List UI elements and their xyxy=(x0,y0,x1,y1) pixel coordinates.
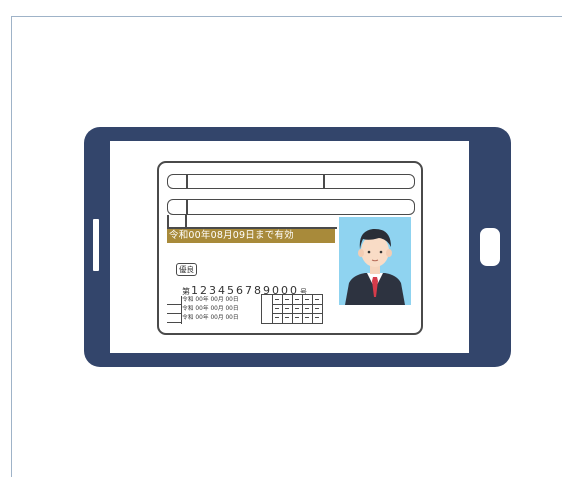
validity-band: 令和00年08月09日まで有効 xyxy=(167,229,335,243)
grid-dash xyxy=(275,308,279,309)
grid-dash xyxy=(305,299,309,300)
grid-row xyxy=(272,304,322,305)
field-divider xyxy=(186,200,188,214)
field-divider xyxy=(186,175,188,188)
grid-dash xyxy=(315,308,319,309)
grid-dash xyxy=(295,308,299,309)
grid-col xyxy=(302,295,303,323)
date-text: 令和 00年 00月 00日 xyxy=(182,315,239,321)
grid-dash xyxy=(315,299,319,300)
phone-screen: 令和00年08月09日まで有効 優良 第123456789000号 令和 00年… xyxy=(110,141,469,353)
grid-dash xyxy=(305,308,309,309)
grid-dash xyxy=(305,317,309,318)
grid-dash xyxy=(285,308,289,309)
grid-dash xyxy=(295,317,299,318)
date-text: 令和 00年 00月 00日 xyxy=(182,306,239,312)
grid-col xyxy=(282,295,283,323)
phone-home-button xyxy=(480,228,500,266)
id-photo xyxy=(339,217,411,305)
smartphone-illustration: 令和00年08月09日まで有効 優良 第123456789000号 令和 00年… xyxy=(84,127,511,367)
grid-col xyxy=(272,295,273,323)
card-name-field xyxy=(167,174,415,189)
phone-speaker xyxy=(93,219,99,271)
frame-border-top xyxy=(11,16,562,17)
license-category-grid xyxy=(261,294,323,324)
grid-col xyxy=(292,295,293,323)
field-divider xyxy=(323,175,325,188)
grid-dash xyxy=(275,299,279,300)
grid-row xyxy=(272,313,322,314)
grid-col xyxy=(312,295,313,323)
frame-border-left xyxy=(11,16,12,477)
date-tick xyxy=(167,322,181,323)
license-number-prefix: 第 xyxy=(182,287,190,296)
drivers-license-card: 令和00年08月09日まで有効 優良 第123456789000号 令和 00年… xyxy=(157,161,423,335)
grid-dash xyxy=(275,317,279,318)
grid-dash xyxy=(315,317,319,318)
card-address-field xyxy=(167,199,415,215)
card-line xyxy=(185,215,187,227)
grid-dash xyxy=(285,317,289,318)
person-portrait-icon xyxy=(345,228,405,305)
excellent-driver-badge: 優良 xyxy=(176,263,197,276)
grid-dash xyxy=(295,299,299,300)
date-text: 令和 00年 00月 00日 xyxy=(182,297,239,303)
photo-footer xyxy=(339,305,411,323)
grid-dash xyxy=(285,299,289,300)
